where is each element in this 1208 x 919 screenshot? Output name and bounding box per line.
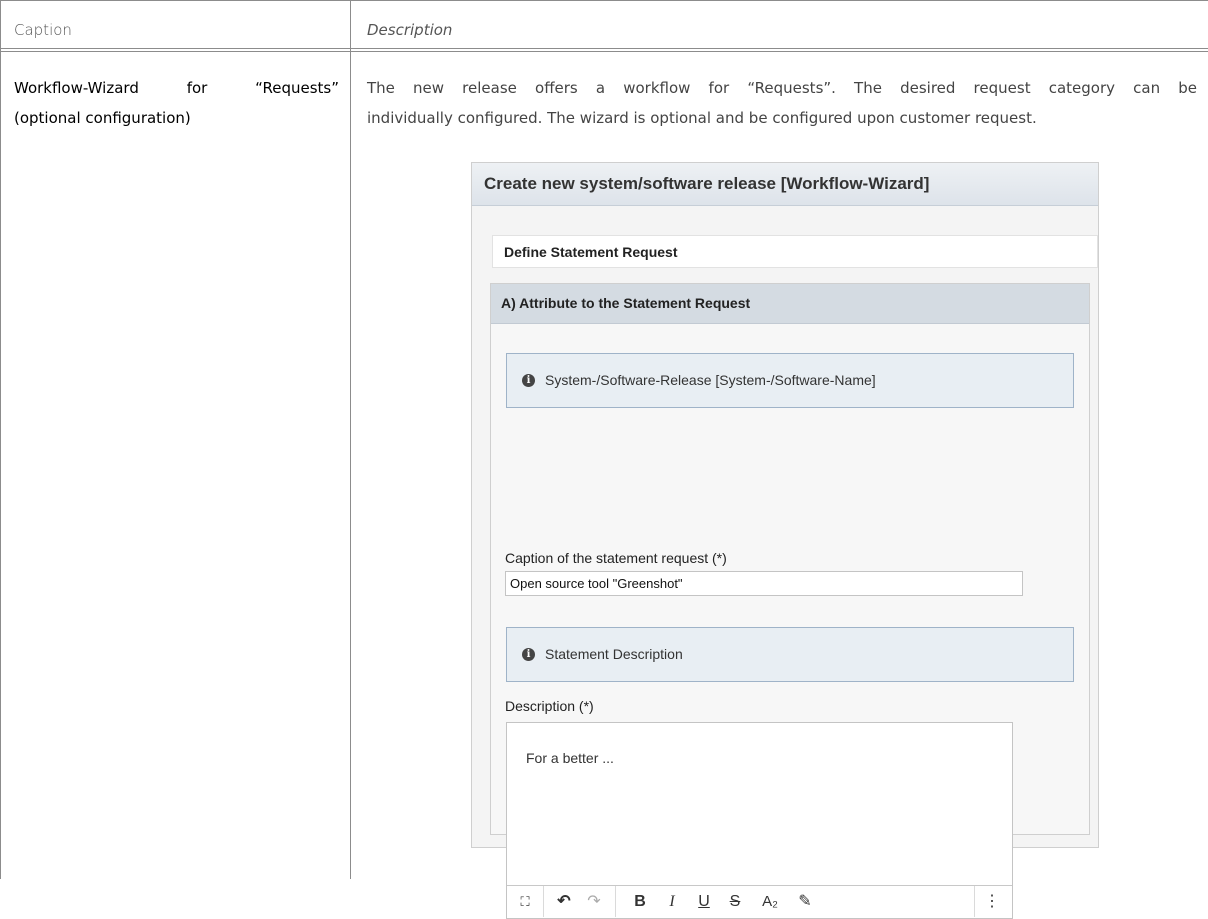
- description-editor[interactable]: For a better ... ⛶ ↶ ↷ B I U S A₂ ✎ ⋮: [506, 722, 1013, 919]
- caption-word: “Requests”: [255, 79, 339, 97]
- bold-button[interactable]: B: [625, 886, 655, 917]
- toolbar-separator: [974, 886, 975, 917]
- release-info-text: System-/Software-Release [System-/Softwa…: [545, 372, 876, 388]
- info-icon: i: [522, 648, 535, 661]
- header-divider-2: [0, 51, 1208, 52]
- description-info-box: i Statement Description: [506, 627, 1074, 682]
- wizard-step-label[interactable]: Define Statement Request: [492, 235, 1098, 268]
- header-divider: [0, 48, 1208, 49]
- info-icon: i: [522, 374, 535, 387]
- caption-line-1: Workflow-Wizard for “Requests”: [14, 73, 339, 103]
- caption-word: Workflow-Wizard: [14, 79, 139, 97]
- italic-button[interactable]: I: [657, 886, 687, 917]
- wizard-screenshot: Create new system/software release [Work…: [471, 162, 1099, 919]
- editor-toolbar: ⛶ ↶ ↷ B I U S A₂ ✎ ⋮: [507, 885, 1012, 918]
- header-description: Description: [367, 21, 453, 39]
- table-left-border: [0, 0, 1, 51]
- row-description: The new release offers a workflow for “R…: [367, 73, 1197, 133]
- row-caption: Workflow-Wizard for “Requests” (optional…: [14, 73, 339, 133]
- redo-icon[interactable]: ↷: [579, 886, 609, 917]
- description-field-label: Description (*): [505, 698, 594, 714]
- release-info-box: i System-/Software-Release [System-/Soft…: [506, 353, 1074, 408]
- section-title: A) Attribute to the Statement Request: [491, 284, 1089, 324]
- wizard-title: Create new system/software release [Work…: [472, 163, 1098, 206]
- caption-input[interactable]: Open source tool "Greenshot": [505, 571, 1023, 596]
- description-info-text: Statement Description: [545, 646, 683, 662]
- toolbar-separator: [543, 886, 544, 917]
- column-divider: [350, 0, 351, 879]
- table-top-border: [0, 0, 1208, 1]
- toolbar-separator: [615, 886, 616, 917]
- description-text[interactable]: For a better ...: [526, 750, 614, 766]
- description-line-2: individually configured. The wizard is o…: [367, 109, 1037, 127]
- fullscreen-icon[interactable]: ⛶: [507, 886, 543, 917]
- underline-button[interactable]: U: [689, 886, 719, 917]
- header-caption: Caption: [14, 21, 72, 39]
- caption-line-2: (optional configuration): [14, 109, 191, 127]
- highlight-icon[interactable]: ✎: [790, 886, 820, 917]
- attribute-panel: A) Attribute to the Statement Request i …: [490, 283, 1090, 919]
- table-left-border-body: [0, 51, 1, 879]
- description-line-1: The new release offers a workflow for “R…: [367, 79, 1197, 97]
- undo-icon[interactable]: ↶: [549, 886, 579, 917]
- caption-word: for: [186, 79, 208, 97]
- caption-field-label: Caption of the statement request (*): [505, 550, 727, 566]
- strikethrough-button[interactable]: S: [720, 886, 750, 917]
- subscript-button[interactable]: A₂: [754, 886, 786, 917]
- more-options-icon[interactable]: ⋮: [977, 886, 1007, 917]
